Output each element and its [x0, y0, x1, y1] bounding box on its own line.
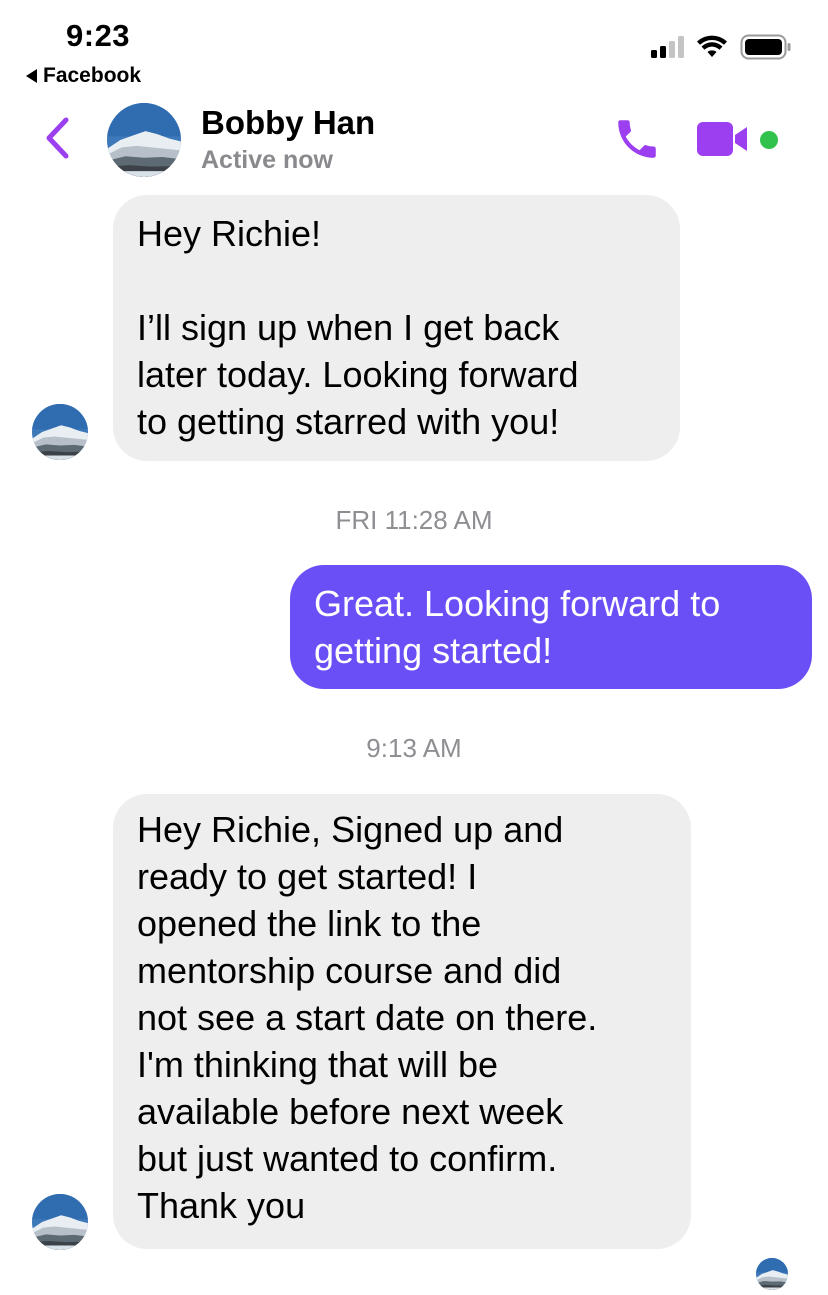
message-bubble-outgoing[interactable]: Great. Looking forward to getting starte… — [290, 565, 812, 689]
message-text: Hey Richie! I’ll sign up when I get back… — [137, 213, 579, 442]
presence-status: Active now — [201, 146, 333, 174]
sender-avatar[interactable] — [32, 1194, 88, 1250]
contact-name[interactable]: Bobby Han — [201, 104, 375, 142]
phone-call-icon[interactable] — [612, 114, 662, 164]
video-call-icon[interactable] — [695, 120, 751, 158]
message-text: Great. Looking forward to getting starte… — [314, 583, 721, 671]
back-app-label: Facebook — [43, 64, 142, 87]
back-to-app-link[interactable]: Facebook — [26, 64, 141, 88]
read-receipt-avatar — [756, 1258, 788, 1290]
online-indicator — [760, 131, 778, 149]
status-bar-time: 9:23 — [66, 18, 131, 53]
sender-avatar[interactable] — [32, 404, 88, 460]
battery-icon — [740, 34, 792, 60]
message-text: Hey Richie, Signed up and ready to get s… — [137, 809, 598, 1226]
back-triangle-icon — [26, 69, 37, 83]
message-bubble-incoming[interactable]: Hey Richie, Signed up and ready to get s… — [113, 794, 691, 1249]
cellular-signal-icon — [651, 36, 684, 58]
back-chevron-icon[interactable] — [40, 114, 74, 162]
message-bubble-incoming[interactable]: Hey Richie! I’ll sign up when I get back… — [113, 195, 680, 461]
status-icons — [651, 34, 792, 60]
contact-avatar[interactable] — [107, 103, 181, 177]
message-timestamp: 9:13 AM — [366, 733, 462, 763]
wifi-icon — [696, 35, 728, 59]
message-timestamp: FRI 11:28 AM — [335, 505, 493, 535]
